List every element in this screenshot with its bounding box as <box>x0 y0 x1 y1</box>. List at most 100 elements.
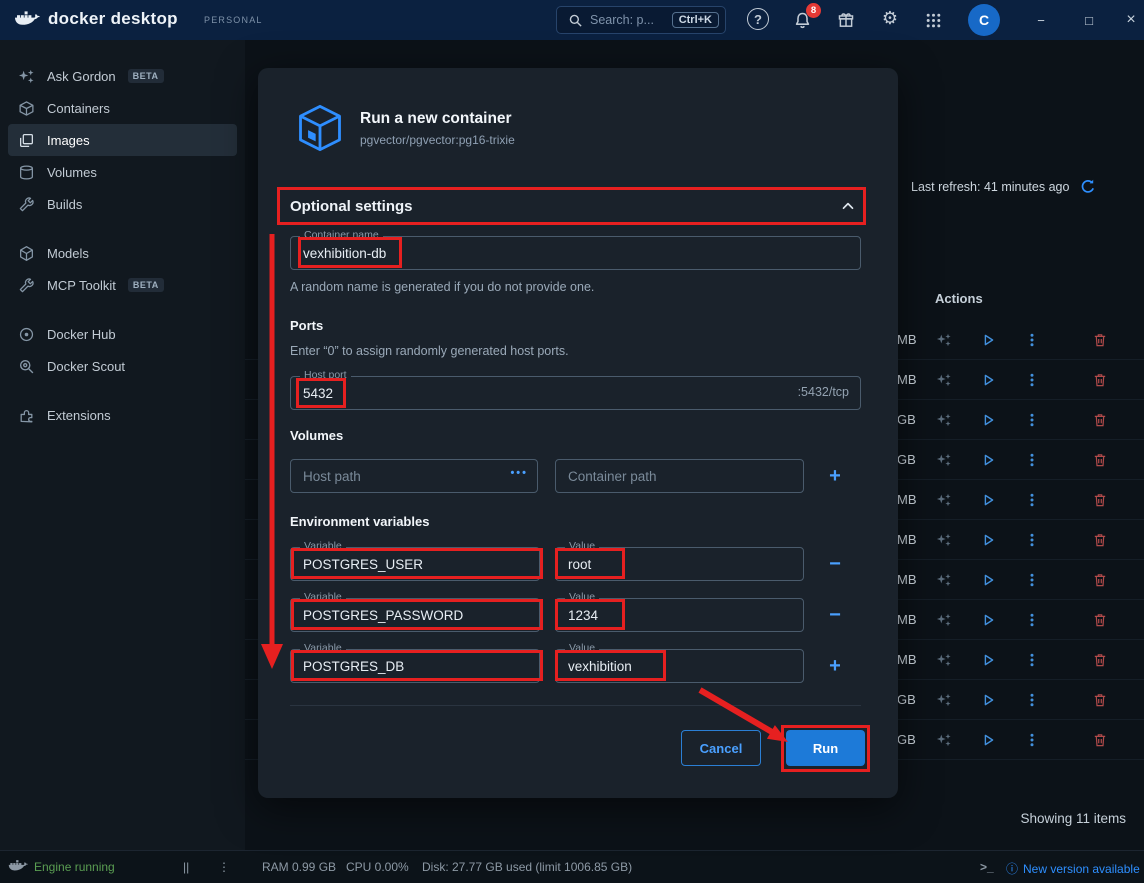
container-name-field-wrap: Container name <box>290 229 861 270</box>
row-menu-icon[interactable] <box>1023 531 1041 549</box>
run-container-dialog: Run a new container pgvector/pgvector:pg… <box>258 68 898 798</box>
delete-image-icon[interactable] <box>1091 731 1109 749</box>
run-image-icon[interactable] <box>979 691 997 709</box>
sidebar-item-models[interactable]: Models <box>8 237 237 269</box>
env-variable-field-wrap: Variable <box>290 540 540 581</box>
container-name-helper: A random name is generated if you do not… <box>290 280 595 294</box>
search-icon <box>567 12 583 28</box>
analyze-sparkle-icon[interactable] <box>935 571 953 589</box>
env-value-field-wrap: Value <box>555 591 804 632</box>
help-icon[interactable]: ? <box>747 8 769 30</box>
row-menu-icon[interactable] <box>1023 451 1041 469</box>
run-image-icon[interactable] <box>979 571 997 589</box>
ram-usage: RAM 0.99 GB <box>262 860 337 874</box>
delete-image-icon[interactable] <box>1091 451 1109 469</box>
window-close-button[interactable]: × <box>1118 9 1144 31</box>
window-maximize-button[interactable]: □ <box>1076 9 1102 31</box>
apps-grid-icon[interactable] <box>922 9 944 31</box>
row-menu-icon[interactable] <box>1023 571 1041 589</box>
delete-image-icon[interactable] <box>1091 571 1109 589</box>
last-refresh-text: Last refresh: 41 minutes ago <box>911 180 1070 194</box>
run-button[interactable]: Run <box>786 730 865 766</box>
disk-usage: Disk: 27.77 GB used (limit 1006.85 GB) <box>422 860 633 874</box>
analyze-sparkle-icon[interactable] <box>935 331 953 349</box>
row-menu-icon[interactable] <box>1023 371 1041 389</box>
refresh-icon[interactable] <box>1079 178 1097 196</box>
remove-env-var-icon[interactable]: − <box>822 547 848 581</box>
delete-image-icon[interactable] <box>1091 491 1109 509</box>
image-reference: pgvector/pgvector:pg16-trixie <box>360 133 515 147</box>
analyze-sparkle-icon[interactable] <box>935 651 953 669</box>
sidebar-item-images[interactable]: Images <box>8 124 237 156</box>
analyze-sparkle-icon[interactable] <box>935 691 953 709</box>
delete-image-icon[interactable] <box>1091 611 1109 629</box>
analyze-sparkle-icon[interactable] <box>935 371 953 389</box>
run-image-icon[interactable] <box>979 731 997 749</box>
row-menu-icon[interactable] <box>1023 731 1041 749</box>
sidebar-item-builds[interactable]: Builds <box>8 188 237 220</box>
run-image-icon[interactable] <box>979 411 997 429</box>
sidebar-item-extensions[interactable]: Extensions <box>8 399 237 431</box>
models-icon <box>18 245 35 262</box>
host-port-input[interactable] <box>290 376 861 410</box>
row-menu-icon[interactable] <box>1023 491 1041 509</box>
row-menu-icon[interactable] <box>1023 411 1041 429</box>
engine-menu-icon[interactable]: ⋮ <box>218 860 230 874</box>
sidebar-item-containers[interactable]: Containers <box>8 92 237 124</box>
row-menu-icon[interactable] <box>1023 691 1041 709</box>
optional-settings-accordion[interactable]: Optional settings <box>282 190 866 222</box>
host-path-input[interactable] <box>290 459 538 493</box>
run-image-icon[interactable] <box>979 491 997 509</box>
analyze-sparkle-icon[interactable] <box>935 451 953 469</box>
delete-image-icon[interactable] <box>1091 691 1109 709</box>
add-env-var-icon[interactable]: + <box>822 649 848 683</box>
delete-image-icon[interactable] <box>1091 331 1109 349</box>
container-path-input[interactable] <box>555 459 804 493</box>
analyze-sparkle-icon[interactable] <box>935 531 953 549</box>
window-minimize-button[interactable]: − <box>1028 9 1054 31</box>
row-menu-icon[interactable] <box>1023 651 1041 669</box>
delete-image-icon[interactable] <box>1091 411 1109 429</box>
run-image-icon[interactable] <box>979 451 997 469</box>
delete-image-icon[interactable] <box>1091 531 1109 549</box>
image-size: GB <box>897 412 916 427</box>
avatar[interactable]: C <box>968 4 1000 36</box>
sidebar-item-docker-scout[interactable]: Docker Scout <box>8 350 237 382</box>
app-title: docker desktop <box>48 9 178 28</box>
global-search[interactable]: Search: p... Ctrl+K <box>556 6 726 34</box>
analyze-sparkle-icon[interactable] <box>935 411 953 429</box>
settings-gear-icon[interactable]: ⚙ <box>879 7 901 29</box>
delete-image-icon[interactable] <box>1091 651 1109 669</box>
row-menu-icon[interactable] <box>1023 611 1041 629</box>
analyze-sparkle-icon[interactable] <box>935 611 953 629</box>
remove-env-var-icon[interactable]: − <box>822 598 848 632</box>
variable-label: Variable <box>300 642 346 655</box>
image-size: MB <box>897 652 917 667</box>
run-image-icon[interactable] <box>979 371 997 389</box>
sidebar-item-label: Volumes <box>47 164 97 180</box>
run-image-icon[interactable] <box>979 531 997 549</box>
analyze-sparkle-icon[interactable] <box>935 491 953 509</box>
run-image-icon[interactable] <box>979 331 997 349</box>
pause-engine-icon[interactable]: || <box>183 860 189 874</box>
cpu-usage: CPU 0.00% <box>346 860 409 874</box>
showing-items-count: Showing 11 items <box>1020 811 1126 826</box>
sidebar-item-docker-hub[interactable]: Docker Hub <box>8 318 237 350</box>
docker-whale-icon <box>14 9 40 29</box>
add-volume-icon[interactable]: + <box>822 459 848 493</box>
divider <box>290 705 861 706</box>
sidebar-item-ask-gordon[interactable]: Ask Gordon BETA <box>8 60 237 92</box>
whats-new-icon[interactable] <box>835 9 857 31</box>
cancel-button[interactable]: Cancel <box>681 730 761 766</box>
analyze-sparkle-icon[interactable] <box>935 731 953 749</box>
sidebar-item-volumes[interactable]: Volumes <box>8 156 237 188</box>
delete-image-icon[interactable] <box>1091 371 1109 389</box>
terminal-icon[interactable]: >_ <box>980 860 994 874</box>
new-version-link[interactable]: ⓘ New version available <box>1006 860 1140 877</box>
browse-path-icon[interactable]: ••• <box>510 467 528 479</box>
row-menu-icon[interactable] <box>1023 331 1041 349</box>
run-image-icon[interactable] <box>979 651 997 669</box>
variable-label: Variable <box>300 540 346 553</box>
run-image-icon[interactable] <box>979 611 997 629</box>
sidebar-item-mcp-toolkit[interactable]: MCP Toolkit BETA <box>8 269 237 301</box>
